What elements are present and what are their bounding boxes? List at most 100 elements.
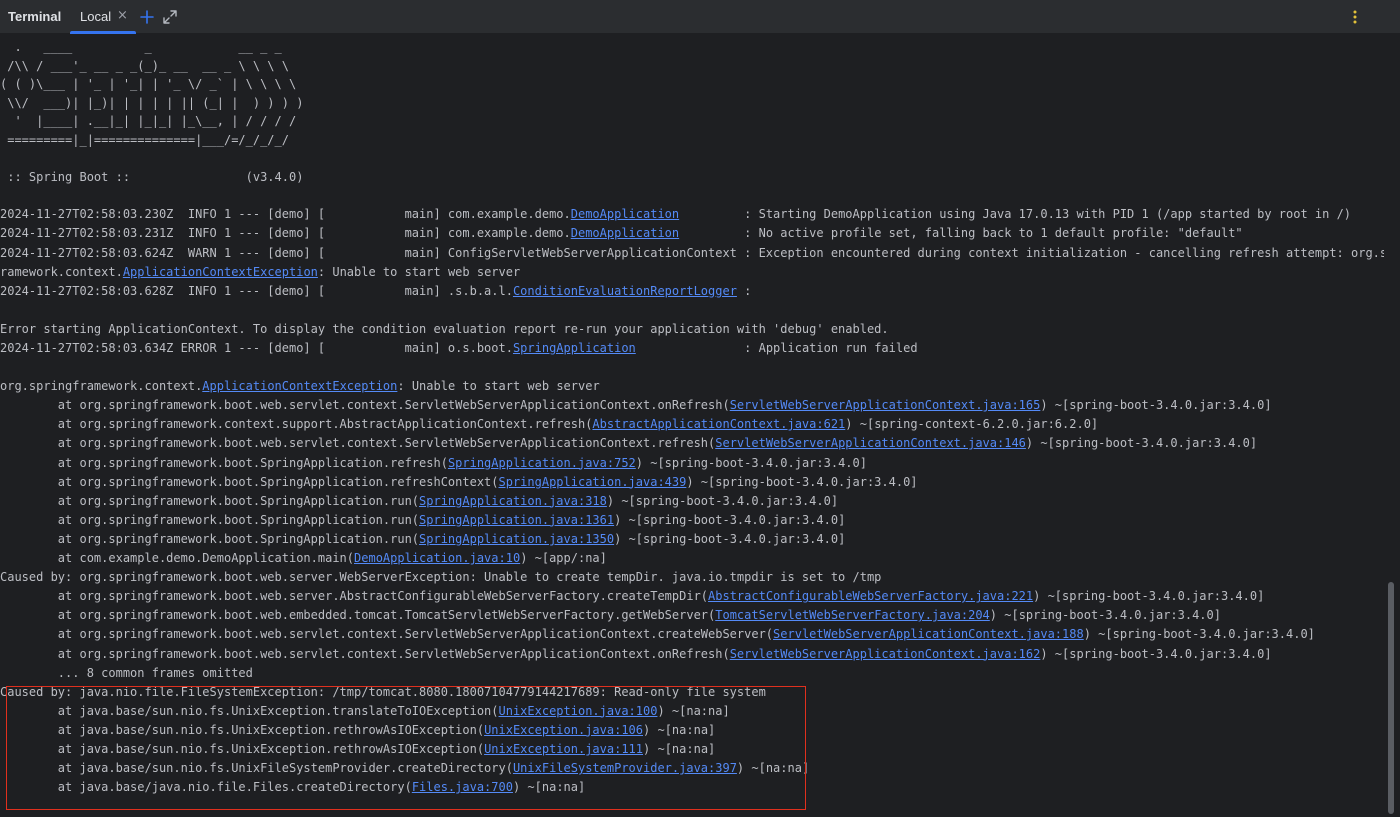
log-text: 2024-11-27T02:58:03.634Z ERROR 1 --- [de…	[0, 341, 513, 355]
source-link[interactable]: AbstractConfigurableWebServerFactory.jav…	[708, 589, 1033, 603]
log-text: Caused by: java.nio.file.FileSystemExcep…	[0, 684, 766, 699]
close-tab-icon[interactable]: ×	[117, 8, 128, 23]
banner-line: ( ( )\___ | '_ | '_| | '_ \/ _` | \ \ \ …	[0, 77, 297, 92]
spring-boot-banner: . ____ _ __ _ _ /\\ / ___'_ __ _ _(_)_ _…	[0, 38, 1384, 205]
log-text: org.springframework.context.	[0, 379, 203, 394]
log-output: 2024-11-27T02:58:03.230Z INFO 1 --- [dem…	[0, 205, 1384, 797]
scrollbar-thumb[interactable]	[1388, 582, 1394, 814]
source-link[interactable]: SpringApplication.java:1361	[419, 513, 614, 527]
source-link[interactable]: ApplicationContextException	[202, 379, 397, 393]
banner-line: :: Spring Boot :: (v3.4.0)	[0, 170, 304, 185]
log-line: at org.springframework.boot.SpringApplic…	[0, 511, 1384, 530]
source-link[interactable]: ServletWebServerApplicationContext.java:…	[715, 436, 1026, 450]
source-link[interactable]: ServletWebServerApplicationContext.java:…	[730, 647, 1041, 661]
log-text: ) ~[spring-boot-3.4.0.jar:3.4.0]	[606, 493, 839, 508]
log-text: at org.springframework.boot.web.servlet.…	[0, 646, 730, 661]
banner-line	[0, 150, 1384, 169]
log-text: at com.example.demo.DemoApplication.main…	[0, 551, 355, 566]
log-text: at org.springframework.boot.web.embedded…	[0, 608, 716, 623]
source-link[interactable]: AbstractApplicationContext.java:621	[592, 417, 845, 431]
tool-window-header: Terminal Local ×	[0, 0, 1400, 34]
log-line: at org.springframework.boot.SpringApplic…	[0, 492, 1384, 511]
log-text: 2024-11-27T02:58:03.624Z WARN 1 --- [dem…	[0, 245, 1384, 260]
log-text: ) ~[spring-boot-3.4.0.jar:3.4.0]	[635, 455, 867, 470]
source-link[interactable]: DemoApplication	[571, 226, 679, 240]
source-link[interactable]: SpringApplication.java:752	[448, 456, 636, 470]
log-line: at com.example.demo.DemoApplication.main…	[0, 549, 1384, 568]
source-link[interactable]: Files.java:700	[412, 780, 513, 794]
log-line: at org.springframework.boot.SpringApplic…	[0, 473, 1384, 492]
log-line: 2024-11-27T02:58:03.230Z INFO 1 --- [dem…	[0, 205, 1384, 224]
add-tab-icon[interactable]	[137, 7, 157, 27]
source-link[interactable]: ServletWebServerApplicationContext.java:…	[773, 627, 1084, 641]
banner-line	[0, 187, 1384, 206]
log-line: at org.springframework.boot.SpringApplic…	[0, 454, 1384, 473]
log-text: at org.springframework.boot.SpringApplic…	[0, 531, 420, 546]
log-text: ramework.context.	[0, 264, 123, 279]
log-text: at java.base/sun.nio.fs.UnixException.re…	[0, 722, 485, 737]
log-line: at org.springframework.boot.web.servlet.…	[0, 625, 1384, 644]
log-line: org.springframework.context.ApplicationC…	[0, 377, 1384, 396]
log-line: Error starting ApplicationContext. To di…	[0, 320, 1384, 339]
terminal-lines: . ____ _ __ _ _ /\\ / ___'_ __ _ _(_)_ _…	[0, 38, 1384, 797]
terminal-output[interactable]: . ____ _ __ _ _ /\\ / ___'_ __ _ _(_)_ _…	[0, 34, 1384, 817]
log-text: 2024-11-27T02:58:03.230Z INFO 1 --- [dem…	[0, 207, 571, 222]
source-link[interactable]: TomcatServletWebServerFactory.java:204	[715, 608, 990, 622]
log-line: at java.base/sun.nio.fs.UnixException.tr…	[0, 702, 1384, 721]
log-text: ) ~[spring-boot-3.4.0.jar:3.4.0]	[686, 474, 918, 489]
source-link[interactable]: UnixException.java:100	[499, 704, 658, 718]
log-text: at java.base/sun.nio.fs.UnixException.tr…	[0, 703, 499, 718]
log-text: 2024-11-27T02:58:03.628Z INFO 1 --- [dem…	[0, 283, 513, 298]
log-line: 2024-11-27T02:58:03.231Z INFO 1 --- [dem…	[0, 224, 1384, 243]
log-text: at java.base/sun.nio.fs.UnixException.re…	[0, 741, 485, 756]
log-line: at org.springframework.context.support.A…	[0, 415, 1384, 434]
log-text: : Application run failed	[635, 341, 918, 355]
banner-line: \\/ ___)| |_)| | | | | || (_| | ) ) ) )	[0, 95, 304, 110]
log-text: ) ~[na:na]	[736, 761, 810, 776]
banner-line: /\\ / ___'_ __ _ _(_)_ __ __ _ \ \ \ \	[0, 58, 289, 73]
log-text: ) ~[na:na]	[643, 722, 716, 737]
source-link[interactable]: ApplicationContextException	[123, 265, 318, 279]
vertical-scrollbar[interactable]	[1384, 34, 1400, 817]
more-options-icon[interactable]	[1345, 7, 1365, 27]
log-line: at java.base/sun.nio.fs.UnixException.re…	[0, 721, 1384, 740]
log-text: at org.springframework.boot.SpringApplic…	[0, 455, 448, 470]
source-link[interactable]: SpringApplication	[513, 341, 636, 355]
source-link[interactable]: UnixException.java:111	[484, 742, 643, 756]
source-link[interactable]: ServletWebServerApplicationContext.java:…	[730, 398, 1041, 412]
log-text: Caused by: org.springframework.boot.web.…	[0, 570, 882, 585]
log-text: ) ~[spring-context-6.2.0.jar:6.2.0]	[845, 417, 1099, 432]
source-link[interactable]: ConditionEvaluationReportLogger	[513, 284, 737, 298]
source-link[interactable]: SpringApplication.java:318	[419, 494, 607, 508]
log-text: ) ~[spring-boot-3.4.0.jar:3.4.0]	[614, 512, 846, 527]
tab-label: Local	[80, 9, 112, 24]
log-text: at java.base/java.nio.file.Files.createD…	[0, 780, 412, 795]
log-text: ) ~[na:na]	[643, 741, 716, 756]
source-link[interactable]: SpringApplication.java:1350	[419, 532, 614, 546]
log-line: ... 8 common frames omitted	[0, 664, 1384, 683]
banner-line: =========|_|==============|___/=/_/_/_/	[0, 132, 289, 147]
source-link[interactable]: UnixFileSystemProvider.java:397	[513, 761, 737, 775]
maximize-icon[interactable]	[160, 7, 180, 27]
banner-line: . ____ _ __ _ _	[0, 40, 282, 54]
log-text: 2024-11-27T02:58:03.231Z INFO 1 --- [dem…	[0, 226, 571, 241]
tab-local[interactable]: Local ×	[70, 0, 136, 34]
log-text: ) ~[spring-boot-3.4.0.jar:3.4.0]	[989, 608, 1221, 623]
source-link[interactable]: UnixException.java:106	[484, 723, 643, 737]
log-text: at org.springframework.boot.SpringApplic…	[0, 493, 420, 508]
log-text: : Unable to start web server	[397, 379, 600, 394]
log-line: Caused by: java.nio.file.FileSystemExcep…	[0, 683, 1384, 702]
source-link[interactable]: DemoApplication.java:10	[354, 551, 520, 565]
log-text: ... 8 common frames omitted	[0, 665, 253, 680]
log-line: ramework.context.ApplicationContextExcep…	[0, 263, 1384, 282]
source-link[interactable]: DemoApplication	[571, 207, 679, 221]
source-link[interactable]: SpringApplication.java:439	[499, 475, 687, 489]
log-line: 2024-11-27T02:58:03.634Z ERROR 1 --- [de…	[0, 339, 1384, 358]
log-line: at org.springframework.boot.web.server.A…	[0, 587, 1384, 606]
log-text: at org.springframework.boot.web.servlet.…	[0, 436, 716, 451]
log-text: at java.base/sun.nio.fs.UnixFileSystemPr…	[0, 761, 513, 776]
log-text: at org.springframework.boot.web.servlet.…	[0, 398, 730, 413]
log-text: ) ~[na:na]	[657, 703, 730, 718]
